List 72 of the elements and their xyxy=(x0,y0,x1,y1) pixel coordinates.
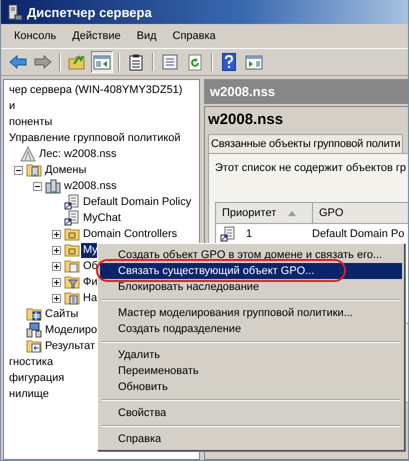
server-icon xyxy=(7,4,23,20)
menu-item[interactable]: Свойства xyxy=(100,405,402,421)
tree-item[interactable]: Сайты xyxy=(43,306,80,322)
pane-toggle-icon xyxy=(93,54,111,70)
table-cell: Default Domain Po xyxy=(312,228,404,240)
empty-list-message: Этот список не содержит объектов гр xyxy=(215,162,408,174)
tree-item[interactable]: Фи xyxy=(81,274,100,290)
tree-item[interactable]: фигурация xyxy=(7,370,66,386)
menu-item[interactable]: Вид xyxy=(130,28,164,44)
computers-icon xyxy=(26,322,42,338)
tree-item[interactable]: гностика xyxy=(7,354,56,370)
back-arrow-icon xyxy=(9,55,27,69)
expand-icon[interactable] xyxy=(52,278,60,286)
tree-item[interactable]: поненты xyxy=(7,114,54,130)
collapse-icon[interactable] xyxy=(32,182,42,190)
menu-item[interactable]: Консоль xyxy=(7,28,64,44)
panel-title: w2008.nss xyxy=(208,111,284,128)
menu-item[interactable]: Обновить xyxy=(100,379,402,395)
menu-item[interactable]: Блокировать наследование xyxy=(100,279,402,295)
folder-filter-icon xyxy=(64,274,80,290)
menu-item[interactable]: Справка xyxy=(166,28,223,44)
forward-arrow-icon xyxy=(34,55,52,69)
gpo-link-icon xyxy=(64,194,80,210)
toolbar-button[interactable] xyxy=(91,51,113,73)
folder-icon xyxy=(64,242,80,258)
tree-item[interactable]: Об xyxy=(81,258,100,274)
collapse-icon[interactable] xyxy=(14,166,22,174)
tree-item[interactable]: w2008.nss xyxy=(62,178,119,194)
pane-header: w2008.nss xyxy=(204,79,408,104)
clipboard-icon xyxy=(129,54,143,70)
results-folder-icon xyxy=(26,338,42,354)
domains-folder-icon xyxy=(26,162,42,178)
tree-item[interactable]: нилище xyxy=(7,386,51,402)
menu-item[interactable]: Создать объект GPO в этом домене и связать его... xyxy=(100,247,402,263)
expand-icon[interactable] xyxy=(52,246,60,254)
tree-item[interactable]: MyChat xyxy=(81,210,123,226)
tree-item[interactable]: Default Domain Policy xyxy=(81,194,194,210)
action-pane-icon xyxy=(245,54,263,70)
menu-item[interactable]: Действие xyxy=(65,28,128,44)
folder-document-icon xyxy=(64,258,80,274)
forest-icon xyxy=(20,146,36,162)
column-header[interactable]: GPO xyxy=(313,203,408,223)
menu-item[interactable]: Создать подразделение xyxy=(100,321,402,337)
gpo-link-icon xyxy=(64,210,80,226)
sites-folder-icon xyxy=(26,306,42,322)
help-icon xyxy=(222,53,236,71)
tree-item[interactable]: Лес: w2008.nss xyxy=(37,146,119,162)
domain-server-icon xyxy=(45,178,61,194)
table-cell: 1 xyxy=(246,228,252,240)
tree-item[interactable]: Domain Controllers xyxy=(81,226,180,242)
tree-item[interactable]: Результат xyxy=(43,338,98,354)
menu-item[interactable]: Переименовать xyxy=(100,363,402,379)
menu-item[interactable]: Мастер моделирования групповой политики... xyxy=(100,305,402,321)
tree-item[interactable]: Домены xyxy=(43,162,88,178)
tab[interactable]: Связанные объекты групповой полити xyxy=(208,134,404,153)
folder-up-icon xyxy=(68,54,86,70)
folder-icon xyxy=(64,226,80,242)
expand-icon[interactable] xyxy=(52,294,60,302)
properties-list-icon xyxy=(162,54,178,70)
column-header[interactable]: Приоритет xyxy=(216,203,313,223)
refresh-icon xyxy=(188,54,202,70)
menu-item[interactable]: Удалить xyxy=(100,347,402,363)
window-title: Диспетчер сервера xyxy=(27,4,152,20)
expand-icon[interactable] xyxy=(52,230,60,238)
folder-document-icon xyxy=(64,290,80,306)
tree-item[interactable]: чер сервера (WIN-408YMY3DZ51) xyxy=(7,82,184,98)
expand-icon[interactable] xyxy=(52,262,60,270)
tree-item[interactable]: Управление групповой политикой xyxy=(7,130,183,146)
tree-item[interactable]: и xyxy=(7,98,18,114)
tree-item[interactable]: На xyxy=(81,290,100,306)
menu-item[interactable]: Справка xyxy=(100,431,402,447)
tree-item[interactable]: Моделиро xyxy=(43,322,100,338)
